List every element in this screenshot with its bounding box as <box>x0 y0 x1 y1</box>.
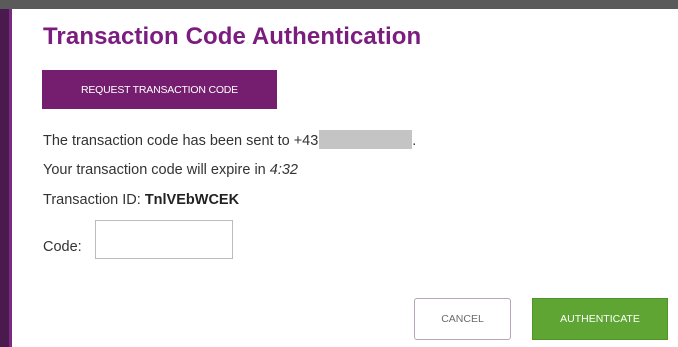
transaction-id-value: TnlVEbWCEK <box>144 192 240 208</box>
dialog-title: Transaction Code Authentication <box>43 23 422 50</box>
window-frame: Transaction Code Authentication REQUEST … <box>0 0 678 347</box>
redacted-phone-number <box>319 130 413 149</box>
code-sent-message: The transaction code has been sent to +4… <box>43 130 416 149</box>
cancel-button[interactable]: CANCEL <box>414 298 511 340</box>
transaction-auth-dialog: Transaction Code Authentication REQUEST … <box>12 9 678 347</box>
authenticate-button[interactable]: AUTHENTICATE <box>532 298 668 340</box>
code-expiry-message: Your transaction code will expire in 4:3… <box>43 162 298 178</box>
code-field-label: Code: <box>43 239 82 255</box>
left-accent-bar <box>0 9 9 347</box>
code-sent-suffix: . <box>412 133 417 149</box>
expiry-countdown: 4:32 <box>269 162 298 178</box>
transaction-id-label: Transaction ID: <box>43 192 145 208</box>
expiry-prefix: Your transaction code will expire in <box>43 162 270 178</box>
window-top-border <box>0 0 678 9</box>
code-input[interactable] <box>95 220 233 259</box>
transaction-id-row: Transaction ID: TnlVEbWCEK <box>43 192 239 208</box>
code-sent-prefix: The transaction code has been sent to +4… <box>43 133 319 149</box>
request-transaction-code-button[interactable]: REQUEST TRANSACTION CODE <box>42 70 277 109</box>
